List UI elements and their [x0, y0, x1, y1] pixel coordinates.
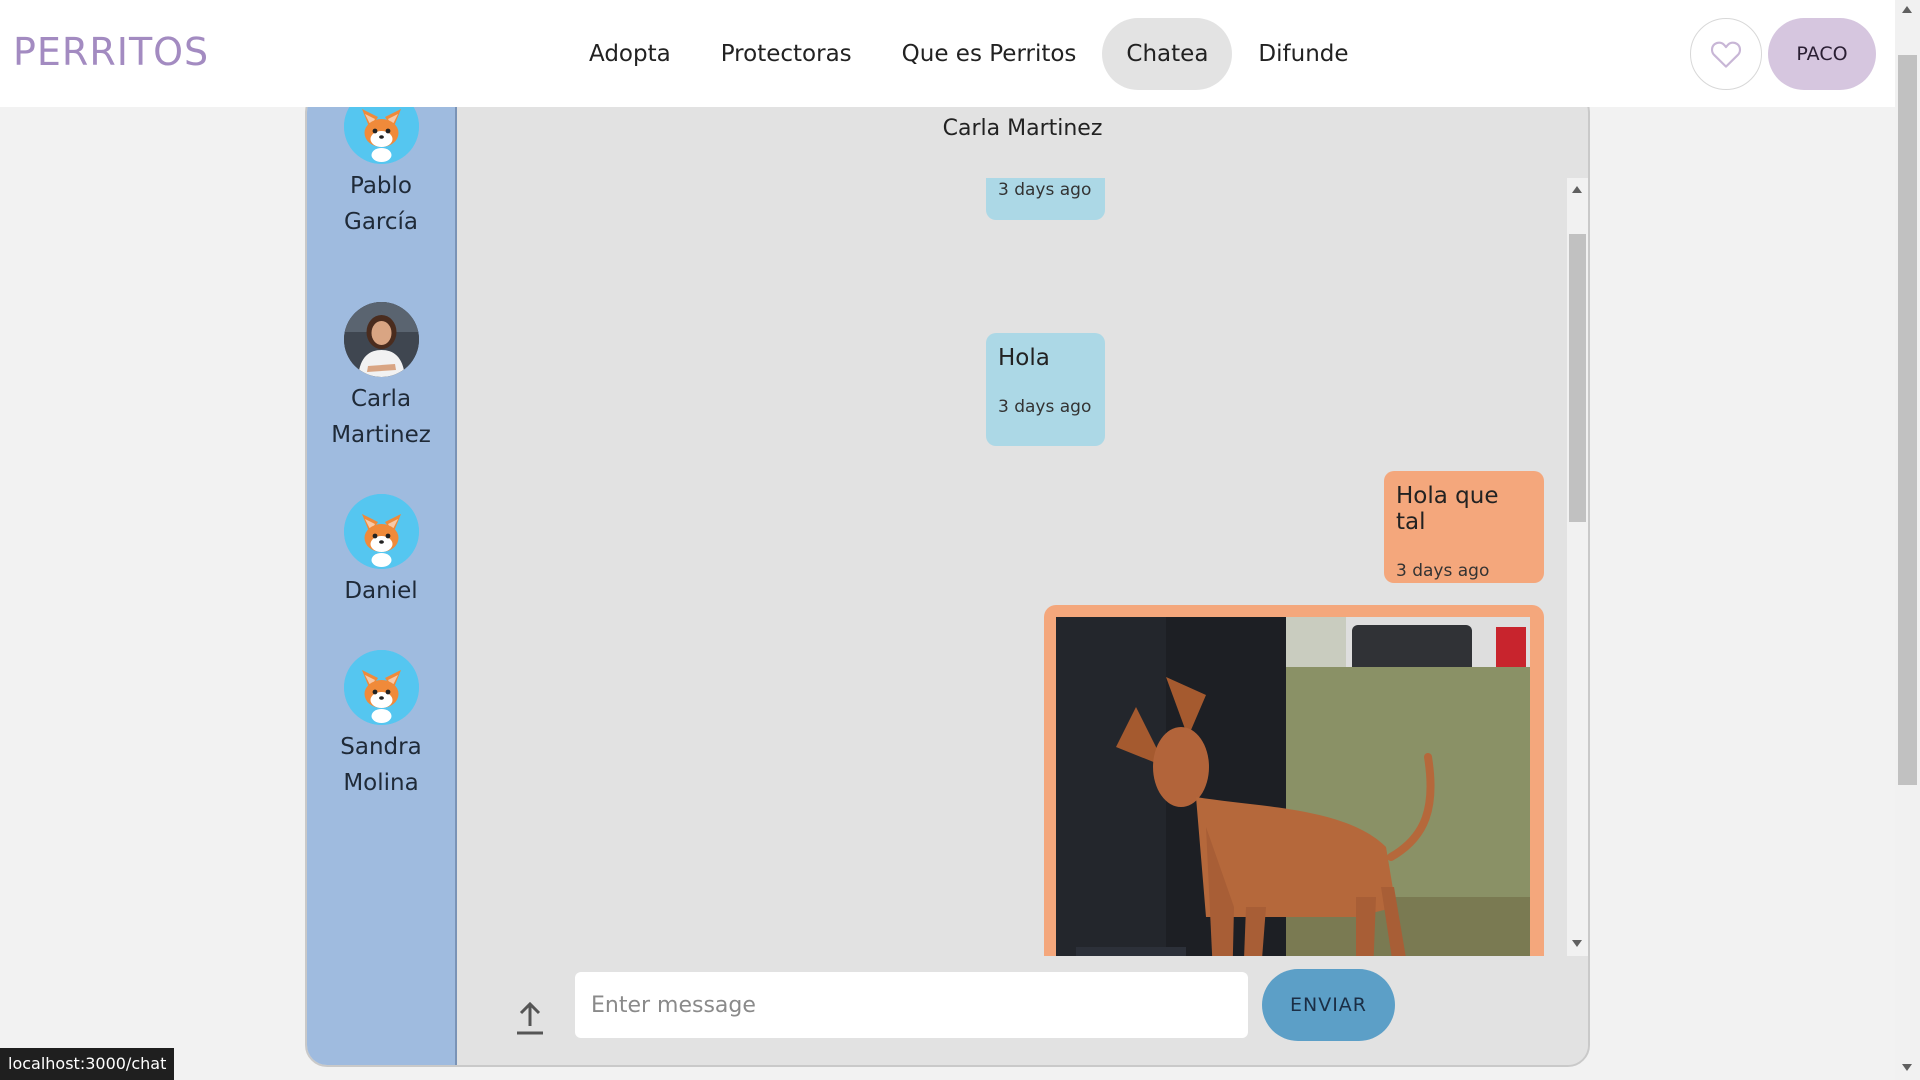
- contact-name: Daniel: [344, 578, 418, 604]
- message-list[interactable]: 3 days ago Hola 3 days ago Hola que tal …: [457, 178, 1567, 956]
- message-time: 3 days ago: [1396, 561, 1490, 581]
- contact-name: Carla Martinez: [331, 386, 431, 448]
- page-scrollbar[interactable]: [1895, 0, 1920, 1080]
- heart-outline-icon: [1710, 41, 1742, 68]
- message-time: 3 days ago: [998, 397, 1092, 417]
- contact-sandra-molina[interactable]: Sandra Molina: [307, 650, 455, 801]
- message-input[interactable]: [575, 972, 1248, 1038]
- message-text: Hola: [998, 345, 1050, 371]
- conversation-title: Carla Martinez: [942, 116, 1103, 141]
- nav-adopta[interactable]: Adopta: [565, 18, 695, 90]
- page-scroll-thumb[interactable]: [1898, 55, 1917, 785]
- site-logo[interactable]: PERRITOS: [13, 30, 209, 74]
- contact-name: Sandra Molina: [340, 734, 422, 796]
- message-composer: ENVIAR: [457, 956, 1588, 1065]
- corgi-avatar-icon: [343, 650, 419, 725]
- favorites-button[interactable]: [1690, 18, 1762, 90]
- user-menu-button[interactable]: PACO: [1768, 18, 1876, 90]
- message-outgoing: Hola que tal 3 days ago: [1384, 471, 1544, 583]
- chat-panel: Pablo García Carla Martinez Daniel Sandr…: [305, 90, 1590, 1067]
- nav-protectoras[interactable]: Protectoras: [697, 18, 876, 90]
- contact-daniel[interactable]: Daniel: [307, 494, 455, 609]
- message-incoming: Hola 3 days ago: [986, 333, 1105, 446]
- top-navbar: PERRITOS Adopta Protectoras Que es Perri…: [0, 0, 1895, 107]
- upload-button[interactable]: [515, 996, 545, 1036]
- nav-difunde[interactable]: Difunde: [1234, 18, 1372, 90]
- message-time: 3 days ago: [998, 180, 1092, 200]
- scroll-up-arrow-icon[interactable]: [1902, 6, 1912, 13]
- contact-pablo-garcia[interactable]: Pablo García: [307, 92, 455, 240]
- dog-photo: [1056, 617, 1530, 956]
- upload-arrow-icon: [517, 1001, 543, 1035]
- message-incoming: 3 days ago: [986, 178, 1105, 220]
- main-nav: Adopta Protectoras Que es Perritos Chate…: [565, 18, 1373, 90]
- message-scroll-thumb[interactable]: [1569, 234, 1586, 522]
- message-outgoing-image[interactable]: [1044, 605, 1544, 956]
- scroll-down-arrow-icon[interactable]: [1902, 1064, 1912, 1071]
- nav-chatea[interactable]: Chatea: [1102, 18, 1233, 90]
- message-scrollbar[interactable]: [1567, 178, 1588, 956]
- message-text: Hola que tal: [1396, 483, 1499, 535]
- scroll-up-arrow-icon[interactable]: [1572, 186, 1582, 193]
- nav-que-es-perritos[interactable]: Que es Perritos: [878, 18, 1101, 90]
- send-button[interactable]: ENVIAR: [1262, 969, 1395, 1041]
- scroll-down-arrow-icon[interactable]: [1572, 940, 1582, 947]
- status-bar-url: localhost:3000/chat: [0, 1048, 175, 1080]
- profile-photo-avatar: [343, 302, 419, 377]
- conversation: Carla Martinez 3 days ago Hola 3 days ag…: [457, 92, 1588, 1065]
- contact-carla-martinez[interactable]: Carla Martinez: [307, 302, 455, 453]
- corgi-avatar-icon: [343, 494, 419, 569]
- contact-name: Pablo García: [344, 173, 418, 235]
- contacts-sidebar: Pablo García Carla Martinez Daniel Sandr…: [307, 92, 457, 1065]
